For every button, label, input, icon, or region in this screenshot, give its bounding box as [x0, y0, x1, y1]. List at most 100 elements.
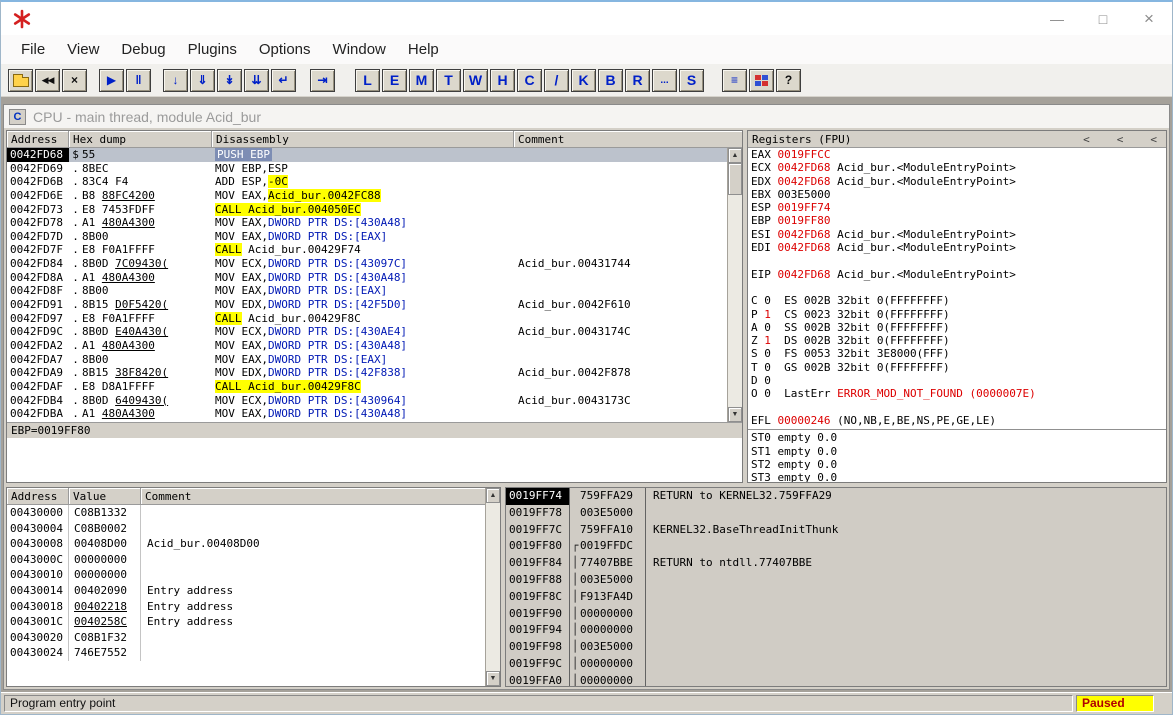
dump-row[interactable]: 00430018 00402218 Entry address: [7, 598, 485, 615]
view-executables-button[interactable]: E: [382, 68, 407, 92]
register-line[interactable]: C 0 ES 002B 32bit 0(FFFFFFFF): [751, 294, 1166, 307]
stack-row[interactable]: 0019FF7C 759FFA10 KERNEL32.BaseThreadInitT…: [506, 521, 1166, 539]
view-threads-button[interactable]: T: [436, 68, 461, 92]
disasm-row[interactable]: 0042FDA7. 8B00 MOV EAX,DWORD PTR DS:[EAX]: [7, 353, 727, 367]
restart-button[interactable]: ◀◀: [35, 68, 60, 92]
scroll-track[interactable]: [728, 195, 742, 407]
disasm-row[interactable]: 0042FD97. E8 F0A1FFFF CALL Acid_bur.00429F…: [7, 311, 727, 326]
step-over-button[interactable]: ⇓: [190, 68, 215, 92]
register-line[interactable]: P 1 CS 0023 32bit 0(FFFFFFFF): [751, 308, 1166, 321]
dump-row[interactable]: 00430024 746E7552: [7, 645, 485, 661]
disasm-row[interactable]: 0042FD91. 8B15 D0F5420(MOV EDX,DWORD PTR …: [7, 298, 727, 312]
register-line[interactable]: ST3 empty 0.0: [751, 471, 1166, 482]
register-line[interactable]: EDX 0042FD68 Acid_bur.<ModuleEntryPoint>: [751, 175, 1166, 188]
scroll-down-button[interactable]: ▼: [728, 407, 742, 422]
pause-button[interactable]: ‖: [126, 68, 151, 92]
animate-into-button[interactable]: ↡: [217, 68, 242, 92]
stack-row[interactable]: 0019FF78 003E5000: [506, 504, 1166, 522]
stack-row[interactable]: 0019FF8C │ F913FA4D: [506, 588, 1166, 606]
view-breakpoints-button[interactable]: B: [598, 68, 623, 92]
register-line[interactable]: ST2 empty 0.0: [751, 458, 1166, 471]
register-line[interactable]: EBP 0019FF80: [751, 214, 1166, 227]
registers-pane-button[interactable]: <: [1117, 133, 1124, 146]
view-memory-button[interactable]: M: [409, 68, 434, 92]
menu-item-view[interactable]: View: [56, 41, 110, 58]
windows-list-button[interactable]: ≡: [722, 68, 747, 92]
appearance-button[interactable]: [749, 68, 774, 92]
view-source-button[interactable]: S: [679, 68, 704, 92]
stack-row[interactable]: 0019FF98 │ 003E5000: [506, 639, 1166, 656]
menu-item-plugins[interactable]: Plugins: [177, 41, 248, 58]
view-references-button[interactable]: R: [625, 68, 650, 92]
register-line[interactable]: Z 1 DS 002B 32bit 0(FFFFFFFF): [751, 334, 1166, 347]
view-run-trace-button[interactable]: ...: [652, 68, 677, 92]
disasm-row[interactable]: 0042FDB4. 8B0D 6409430(MOV ECX,DWORD PTR …: [7, 394, 727, 408]
cpu-title-bar[interactable]: C CPU - main thread, module Acid_bur: [4, 105, 1169, 128]
close-program-button[interactable]: ×: [62, 68, 87, 92]
dump-row[interactable]: 0043000C 00000000: [7, 551, 485, 568]
disasm-row[interactable]: 0042FD69. 8BEC MOV EBP,ESP: [7, 162, 727, 176]
stack-row[interactable]: 0019FF74 759FFA29 RETURN to KERNEL32.759FF…: [506, 488, 1166, 505]
register-line[interactable]: EFL 00000246 (NO,NB,E,BE,NS,PE,GE,LE): [751, 414, 1166, 427]
dump-row[interactable]: 00430000 C08B1332: [7, 505, 485, 521]
view-handles-button[interactable]: H: [490, 68, 515, 92]
stack-row[interactable]: 0019FF88 │ 003E5000: [506, 571, 1166, 589]
dump-row[interactable]: 00430014 00402090 Entry address: [7, 582, 485, 599]
register-line[interactable]: EBX 003E5000: [751, 188, 1166, 201]
stack-row[interactable]: 0019FFA0 │ 00000000: [506, 672, 1166, 686]
menu-item-help[interactable]: Help: [397, 41, 450, 58]
disasm-row[interactable]: 0042FD73. E8 7453FDFF CALL Acid_bur.004050…: [7, 202, 727, 217]
register-line[interactable]: S 0 FS 0053 32bit 3E8000(FFF): [751, 347, 1166, 360]
minimize-button[interactable]: —: [1034, 2, 1080, 35]
scroll-thumb[interactable]: [728, 163, 742, 195]
menu-item-file[interactable]: File: [10, 41, 56, 58]
animate-over-button[interactable]: ⇊: [244, 68, 269, 92]
disasm-row[interactable]: 0042FDA2. A1 480A4300 MOV EAX,DWORD PTR DS…: [7, 339, 727, 353]
stack-row[interactable]: 0019FF9C │ 00000000: [506, 655, 1166, 673]
dump-row[interactable]: 00430020 C08B1F32: [7, 629, 485, 646]
open-file-button[interactable]: [8, 68, 33, 92]
disasm-row[interactable]: 0042FD7D. 8B00 MOV EAX,DWORD PTR DS:[EAX]: [7, 230, 727, 244]
menu-item-window[interactable]: Window: [322, 41, 397, 58]
stack-row[interactable]: 0019FF90 │ 00000000: [506, 605, 1166, 623]
disasm-row[interactable]: 0042FD8A. A1 480A4300 MOV EAX,DWORD PTR DS…: [7, 271, 727, 285]
dump-scroll-track[interactable]: [486, 503, 500, 671]
register-line[interactable]: A 0 SS 002B 32bit 0(FFFFFFFF): [751, 321, 1166, 334]
view-windows-button[interactable]: W: [463, 68, 488, 92]
dump-row[interactable]: 0043001C 0040258C Entry address: [7, 614, 485, 630]
register-line[interactable]: ECX 0042FD68 Acid_bur.<ModuleEntryPoint>: [751, 161, 1166, 174]
dump-row[interactable]: 00430004 C08B0002: [7, 520, 485, 537]
registers-pane-button[interactable]: <: [1083, 133, 1090, 146]
disasm-row[interactable]: 0042FD8F. 8B00 MOV EAX,DWORD PTR DS:[EAX]: [7, 284, 727, 298]
register-line[interactable]: ST0 empty 0.0: [751, 431, 1166, 444]
register-line[interactable]: EDI 0042FD68 Acid_bur.<ModuleEntryPoint>: [751, 241, 1166, 254]
run-button[interactable]: ▶: [99, 68, 124, 92]
disasm-row[interactable]: 0042FD7F. E8 F0A1FFFF CALL Acid_bur.00429F…: [7, 243, 727, 257]
disasm-row[interactable]: 0042FDA9. 8B15 38F8420(MOV EDX,DWORD PTR …: [7, 366, 727, 380]
register-line[interactable]: [751, 281, 1166, 294]
resize-grip[interactable]: [1157, 695, 1169, 712]
register-line[interactable]: ST1 empty 0.0: [751, 445, 1166, 458]
register-line[interactable]: ESI 0042FD68 Acid_bur.<ModuleEntryPoint>: [751, 228, 1166, 241]
register-line[interactable]: D 0: [751, 374, 1166, 387]
disasm-row[interactable]: 0042FD6E. B8 88FC4200 MOV EAX,Acid_bur.004…: [7, 188, 727, 203]
register-line[interactable]: EAX 0019FFCC: [751, 148, 1166, 161]
title-bar[interactable]: — □ ×: [1, 2, 1172, 35]
register-line[interactable]: T 0 GS 002B 32bit 0(FFFFFFFF): [751, 361, 1166, 374]
stack-row[interactable]: 0019FF84 │ 77407BBE RETURN to ntdll.77407BB…: [506, 555, 1166, 572]
view-cpu-button[interactable]: C: [517, 68, 542, 92]
stack-row[interactable]: 0019FF80 ┌ 0019FFDC: [506, 538, 1166, 556]
disasm-row[interactable]: 0042FDAF. E8 D8A1FFFF CALL Acid_bur.00429F…: [7, 379, 727, 394]
menu-item-options[interactable]: Options: [248, 41, 322, 58]
disasm-row[interactable]: 0042FD6B. 83C4 F4 ADD ESP,-0C: [7, 175, 727, 189]
disasm-row[interactable]: 0042FDBA. A1 480A4300 MOV EAX,DWORD PTR DS…: [7, 407, 727, 421]
register-line[interactable]: EIP 0042FD68 Acid_bur.<ModuleEntryPoint>: [751, 268, 1166, 281]
register-line[interactable]: [751, 254, 1166, 267]
close-button[interactable]: ×: [1126, 2, 1172, 35]
scroll-up-button[interactable]: ▲: [728, 148, 742, 163]
register-line[interactable]: ESP 0019FF74: [751, 201, 1166, 214]
view-call-stack-button[interactable]: K: [571, 68, 596, 92]
go-to-button[interactable]: ⇥: [310, 68, 335, 92]
dump-scrollbar[interactable]: ▲ ▼: [485, 488, 500, 686]
view-log-button[interactable]: L: [355, 68, 380, 92]
